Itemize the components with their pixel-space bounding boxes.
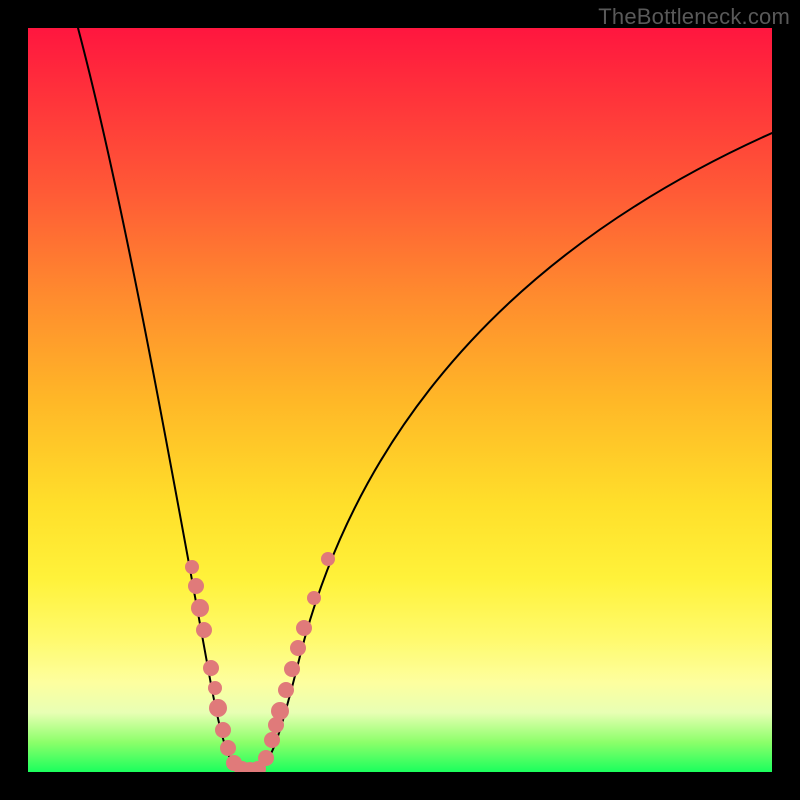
data-dot [188,578,204,594]
chart-frame: TheBottleneck.com [0,0,800,800]
data-dot [290,640,306,656]
data-dot [209,699,227,717]
data-dot [296,620,312,636]
plot-area [28,28,772,772]
data-dot [185,560,199,574]
data-dot [191,599,209,617]
data-dot [307,591,321,605]
data-dot [196,622,212,638]
data-dot [321,552,335,566]
data-dot [264,732,280,748]
data-dot [278,682,294,698]
data-dot [208,681,222,695]
dot-group [185,552,335,772]
data-dot [203,660,219,676]
data-dot [271,702,289,720]
data-dot [258,750,274,766]
watermark-text: TheBottleneck.com [598,4,790,30]
data-dot [284,661,300,677]
curve-path [78,28,772,770]
curve-svg [28,28,772,772]
data-dot [215,722,231,738]
data-dot [220,740,236,756]
